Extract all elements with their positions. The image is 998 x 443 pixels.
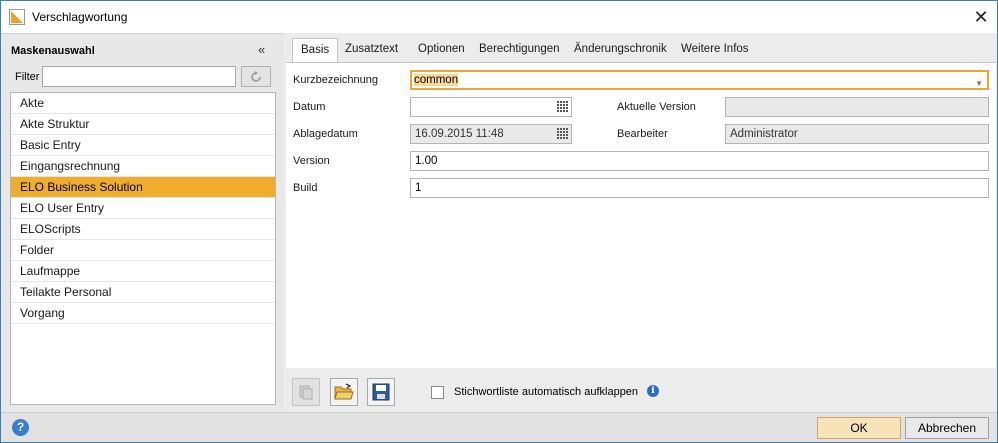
kurzbezeichnung-label: Kurzbezeichnung	[293, 74, 379, 86]
mask-list-item[interactable]: Vorgang	[11, 303, 275, 324]
mask-list-item[interactable]: Basic Entry	[11, 135, 275, 156]
basis-tab-content: Kurzbezeichnung common ▼ Datum Aktuelle …	[286, 62, 996, 368]
mask-list-item[interactable]: Folder	[11, 240, 275, 261]
mask-list-item[interactable]: Teilakte Personal	[11, 282, 275, 303]
mask-selection-heading: Maskenauswahl	[11, 45, 95, 57]
copy-icon	[299, 385, 313, 400]
tab-basis[interactable]: Basis	[292, 38, 339, 63]
mask-list-item[interactable]: Akte Struktur	[11, 114, 275, 135]
open-folder-icon	[334, 383, 354, 400]
title-bar: Verschlagwortung ✕	[1, 1, 997, 33]
mask-list: Akte Akte Struktur Basic Entry Eingangsrech…	[10, 92, 276, 405]
ok-button[interactable]: OK	[817, 417, 901, 439]
filter-input[interactable]	[42, 66, 236, 87]
tab-bar: Basis Zusatztext Optionen Berechtigungen…	[284, 38, 997, 63]
ablagedatum-field: 16.09.2015 11:48	[410, 124, 572, 144]
tab-weitere-infos[interactable]: Weitere Infos	[673, 38, 757, 62]
filter-label: Filter	[15, 71, 40, 83]
mask-list-item[interactable]: Eingangsrechnung	[11, 156, 275, 177]
tab-aenderungschronik[interactable]: Änderungschronik	[566, 38, 675, 62]
refresh-button[interactable]	[241, 66, 271, 87]
save-button[interactable]	[367, 378, 395, 406]
window-title: Verschlagwortung	[32, 10, 128, 24]
calendar-icon	[557, 128, 568, 139]
build-field[interactable]: 1	[410, 178, 989, 198]
version-field[interactable]: 1.00	[410, 151, 989, 171]
help-icon[interactable]: ?	[12, 419, 29, 436]
datum-field[interactable]	[410, 97, 572, 117]
mask-list-item[interactable]: Akte	[11, 93, 275, 114]
bearbeiter-label: Bearbeiter	[617, 128, 668, 140]
elo-app-icon	[9, 9, 25, 25]
refresh-icon	[251, 70, 261, 82]
tab-optionen[interactable]: Optionen	[410, 38, 473, 62]
mask-list-item[interactable]: ELO Business Solution	[11, 177, 275, 198]
bottom-toolbar: Stichwortliste automatisch aufklappen i	[292, 378, 992, 408]
mask-list-item[interactable]: Laufmappe	[11, 261, 275, 282]
calendar-icon[interactable]	[557, 101, 568, 112]
close-icon[interactable]: ✕	[969, 5, 993, 29]
footer-bar: ? OK Abbrechen	[1, 412, 997, 442]
save-icon	[372, 383, 390, 401]
kurzbezeichnung-value: common	[414, 74, 459, 86]
cancel-button[interactable]: Abbrechen	[905, 417, 989, 439]
copy-button[interactable]	[292, 378, 320, 406]
info-icon[interactable]: i	[647, 385, 659, 397]
build-label: Build	[293, 182, 318, 194]
dialog-window: Verschlagwortung ✕ Maskenauswahl « Filte…	[0, 0, 998, 443]
mask-list-item[interactable]: ELOScripts	[11, 219, 275, 240]
open-button[interactable]	[330, 378, 358, 406]
tab-berechtigungen[interactable]: Berechtigungen	[471, 38, 568, 62]
metadata-panel: Basis Zusatztext Optionen Berechtigungen…	[284, 33, 997, 412]
datum-label: Datum	[293, 101, 326, 113]
dropdown-arrow-icon[interactable]: ▼	[975, 76, 983, 92]
version-label: Version	[293, 155, 330, 167]
mask-selection-panel: Maskenauswahl « Filter Akte Akte Struktur…	[1, 33, 284, 412]
aktuelle-version-field	[725, 97, 989, 117]
auto-expand-checkbox[interactable]	[431, 386, 444, 399]
ablagedatum-value: 16.09.2015 11:48	[415, 128, 504, 140]
bearbeiter-field: Administrator	[725, 124, 989, 144]
kurzbezeichnung-field[interactable]: common ▼	[410, 70, 989, 90]
aktuelle-version-label: Aktuelle Version	[617, 101, 696, 113]
mask-list-item[interactable]: ELO User Entry	[11, 198, 275, 219]
auto-expand-label: Stichwortliste automatisch aufklappen	[454, 386, 639, 398]
collapse-panel-icon[interactable]: «	[258, 42, 265, 57]
ablagedatum-label: Ablagedatum	[293, 128, 358, 140]
tab-zusatztext[interactable]: Zusatztext	[337, 38, 406, 62]
